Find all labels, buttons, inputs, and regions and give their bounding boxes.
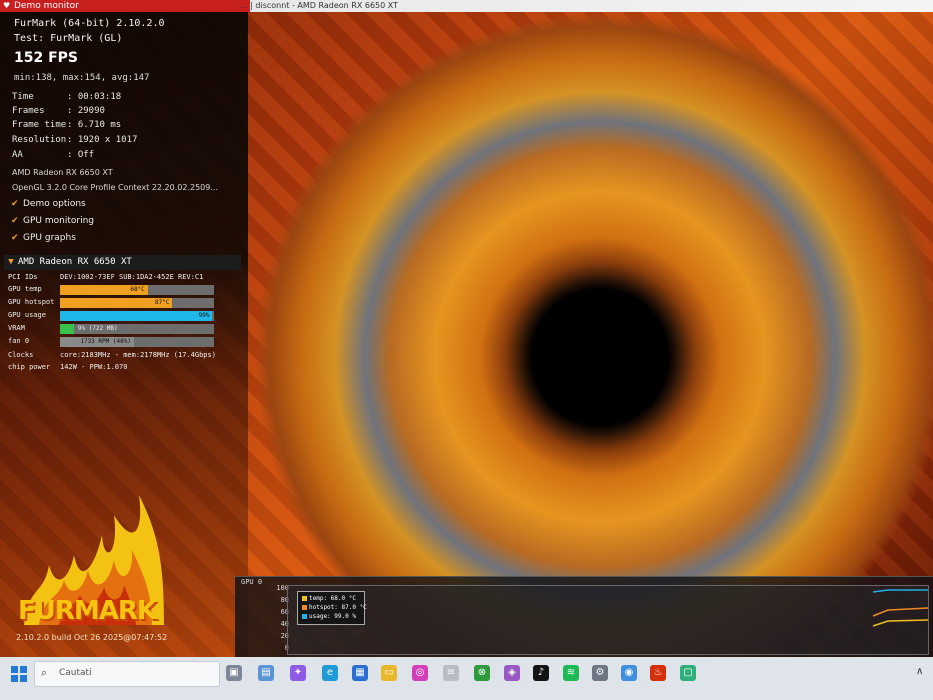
furmark-logo-text: FURMARK <box>18 596 157 626</box>
y-tick: 60 <box>280 608 289 616</box>
stat-resolution: Resolution: 1920 x 1017 <box>12 135 138 145</box>
window-caption: ... | disconnt - AMD Radeon RX 6650 XT <box>240 1 399 10</box>
usage-line <box>872 589 928 593</box>
settings-icon[interactable]: ⚙ <box>592 665 608 681</box>
app-title: FurMark (64-bit) 2.10.2.0 <box>14 18 165 29</box>
clocks-value: core:2183MHz - mem:2178MHz (17.4Gbps) <box>60 351 216 359</box>
legend-swatch <box>302 614 307 619</box>
copilot-icon[interactable]: ✦ <box>290 665 306 681</box>
legend-hotspot: hotspot: 87.0 °C <box>302 604 367 611</box>
gpu-graph-panel: GPU 0 100 80 60 40 20 0 temp: 68.0 °C ho… <box>235 576 933 657</box>
app-purple-icon[interactable]: ◈ <box>504 665 520 681</box>
taskbar-search-box[interactable]: ⌕ Cautati <box>34 661 220 687</box>
y-tick: 0 <box>265 644 289 652</box>
tray-chevron-icon[interactable]: ∧ <box>916 666 923 677</box>
graph-title: GPU 0 <box>241 578 263 586</box>
search-placeholder: Cautati <box>59 668 92 678</box>
edge-icon[interactable]: e <box>322 665 338 681</box>
stat-time: Time: 00:03:18 <box>12 92 122 102</box>
gpu-hotspot-bar: 87°C <box>60 298 214 308</box>
tiktok-icon[interactable]: ♪ <box>533 665 549 681</box>
task-view-icon[interactable]: ▣ <box>226 665 242 681</box>
furmark-icon[interactable]: ♨ <box>650 665 666 681</box>
checkmark-icon: ✔ <box>11 199 19 209</box>
stat-frames: Frames: 29090 <box>12 106 105 116</box>
clocks-label: Clocks <box>8 351 34 359</box>
fps-minmax: min:138, max:154, avg:147 <box>14 73 150 83</box>
gpu-temp-bar: 68°C <box>60 285 214 295</box>
pci-value: DEV:1002-73EF SUB:1DA2-452E REV:C1 <box>60 273 204 281</box>
y-tick: 100 <box>276 584 289 592</box>
checkmark-icon: ✔ <box>11 233 19 243</box>
window-title: Demo monitor <box>14 1 79 11</box>
stat-frame-time: Frame time: 6.710 ms <box>12 120 122 130</box>
gpu-hotspot-value: 87°C <box>154 299 170 306</box>
fan-bar: 1733 RPM (48%) <box>60 337 214 347</box>
y-tick: 20 <box>280 632 289 640</box>
gl-context: OpenGL 3.2.0 Core Profile Context 22.20.… <box>12 183 218 192</box>
notepad-icon[interactable]: ≡ <box>443 665 459 681</box>
spotify-icon[interactable]: ≋ <box>563 665 579 681</box>
chrome-icon[interactable]: ◉ <box>621 665 637 681</box>
legend-swatch <box>302 596 307 601</box>
windows-start-icon[interactable] <box>10 665 28 683</box>
file-explorer-icon[interactable]: ▭ <box>381 665 397 681</box>
vram-value: 9% (722 MB) <box>77 325 118 332</box>
window-title-bar[interactable]: ♥ Demo monitor ... | disconnt - AMD Rade… <box>0 0 933 12</box>
heart-icon: ♥ <box>3 1 11 10</box>
store-icon[interactable]: ▦ <box>352 665 368 681</box>
option-demo-options[interactable]: ✔ Demo options <box>11 199 86 209</box>
chip-power-label: chip power <box>8 363 51 371</box>
legend-temp: temp: 68.0 °C <box>302 595 356 602</box>
vram-bar: 9% (722 MB) <box>60 324 214 334</box>
gpu-model: AMD Radeon RX 6650 XT <box>12 168 113 177</box>
fan-value: 1733 RPM (48%) <box>80 338 131 345</box>
fps-readout: 152 FPS <box>14 50 79 66</box>
caret-down-icon: ▼ <box>8 257 14 267</box>
vram-label: VRAM <box>8 324 25 332</box>
graph-legend: temp: 68.0 °C hotspot: 87.0 °C usage: 99… <box>297 591 367 625</box>
gpu-temp-value: 68°C <box>130 286 145 293</box>
graph-lines <box>872 589 928 627</box>
xbox-icon[interactable]: ⊗ <box>474 665 490 681</box>
stat-aa: AA: Off <box>12 150 95 160</box>
test-name: Test: FurMark (GL) <box>14 33 123 44</box>
gpu-usage-value: 99% <box>198 312 210 319</box>
legend-swatch <box>302 605 307 610</box>
gpu-hotspot-label: GPU hotspot <box>8 298 55 306</box>
gpu-temp-label: GPU temp <box>8 285 42 293</box>
option-gpu-graphs[interactable]: ✔ GPU graphs <box>11 233 76 243</box>
hotspot-line <box>872 607 928 617</box>
taskbar: ⌕ Cautati ▣ ▤ ✦ e ▦ ▭ ◎ ≡ ⊗ ◈ ♪ ≋ ⚙ ◉ ♨ … <box>0 657 933 700</box>
legend-usage: usage: 99.0 % <box>302 613 356 620</box>
build-info: 2.10.2.0 build Oct 26 2025@07:47:52 <box>16 633 168 642</box>
chip-power-value: 142W - PPW:1.070 <box>60 363 128 371</box>
app-green-icon[interactable]: ▢ <box>680 665 696 681</box>
y-tick: 80 <box>280 596 289 604</box>
app-pink-icon[interactable]: ◎ <box>412 665 428 681</box>
checkmark-icon: ✔ <box>11 216 19 226</box>
graph-plot-area <box>287 585 929 655</box>
widgets-icon[interactable]: ▤ <box>258 665 274 681</box>
search-icon: ⌕ <box>41 666 48 679</box>
gpu-usage-bar: 99% <box>60 311 214 321</box>
pci-label: PCI IDs <box>8 273 38 281</box>
temp-line <box>872 619 928 627</box>
fan-label: fan 0 <box>8 337 30 345</box>
y-tick: 40 <box>280 620 289 628</box>
gpu-section-header[interactable]: ▼ AMD Radeon RX 6650 XT <box>4 255 241 270</box>
option-gpu-monitoring[interactable]: ✔ GPU monitoring <box>11 216 94 226</box>
gpu-usage-label: GPU usage <box>8 311 46 319</box>
